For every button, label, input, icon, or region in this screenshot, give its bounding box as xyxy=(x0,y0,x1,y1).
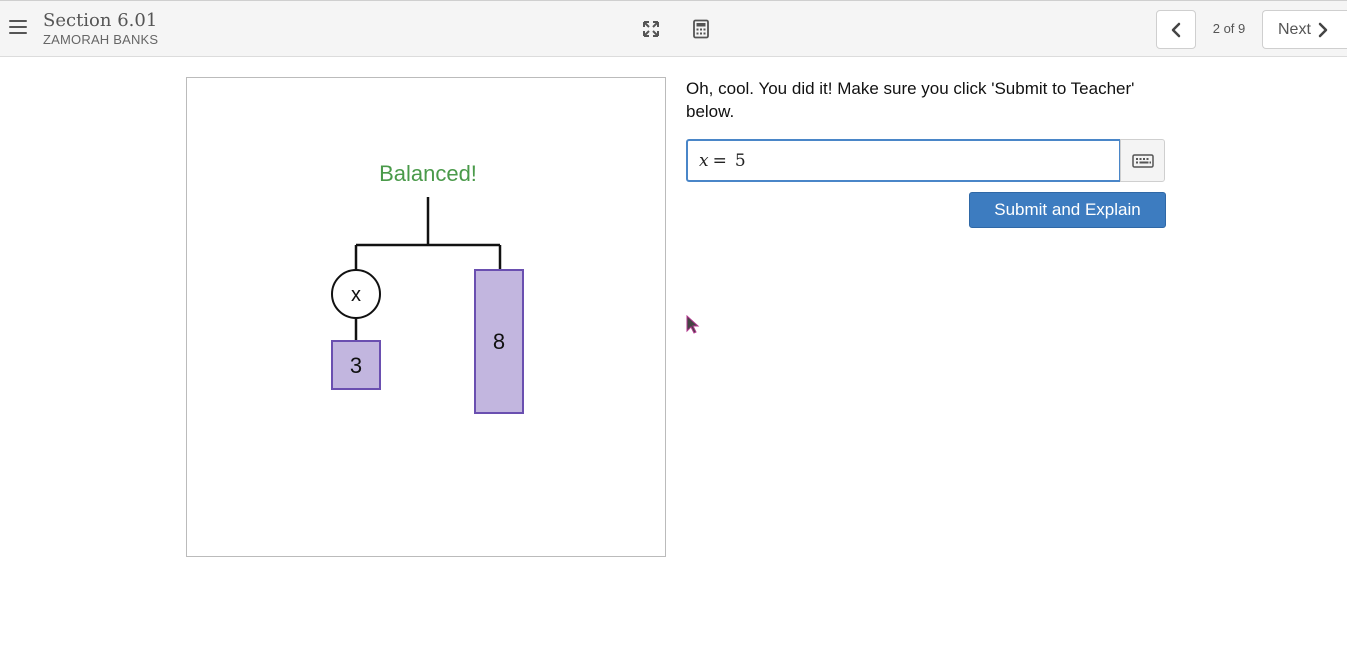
question-prompt: Oh, cool. You did it! Make sure you clic… xyxy=(686,79,1135,121)
mouse-cursor-icon xyxy=(686,315,700,334)
next-button-label: Next xyxy=(1278,20,1311,38)
hanger-diagram-panel: Balanced! x 3 8 xyxy=(186,77,666,557)
answer-input[interactable]: x = 5 xyxy=(686,139,1121,182)
student-name: ZAMORAH BANKS xyxy=(43,32,159,47)
math-keyboard-button[interactable] xyxy=(1120,139,1165,182)
hanger-diagram: Balanced! x 3 8 xyxy=(331,161,524,414)
keyboard-icon xyxy=(1131,153,1154,168)
answer-variable: x xyxy=(699,150,709,171)
variable-label: x xyxy=(351,284,361,306)
next-page-button[interactable]: Next xyxy=(1262,10,1347,49)
right-weight-value: 8 xyxy=(493,329,505,354)
section-title: Section 6.01 xyxy=(43,10,158,31)
submit-and-explain-button[interactable]: Submit and Explain xyxy=(969,192,1166,228)
previous-page-button[interactable] xyxy=(1156,10,1196,49)
top-bar: Section 6.01 ZAMORAH BANKS 2 of 9 Next xyxy=(0,0,1347,57)
chevron-right-icon xyxy=(1318,22,1328,37)
chevron-left-icon xyxy=(1171,22,1181,37)
activity-title-block: Section 6.01 ZAMORAH BANKS xyxy=(43,10,158,48)
page-indicator: 2 of 9 xyxy=(1212,21,1246,36)
calculator-icon[interactable] xyxy=(691,19,711,39)
hamburger-menu-icon[interactable] xyxy=(9,20,27,36)
left-weight-value: 3 xyxy=(350,353,362,378)
answer-value: 5 xyxy=(734,150,746,171)
answer-equals: = xyxy=(712,150,727,171)
expand-icon[interactable] xyxy=(641,19,661,39)
balanced-status-text: Balanced! xyxy=(379,161,477,186)
